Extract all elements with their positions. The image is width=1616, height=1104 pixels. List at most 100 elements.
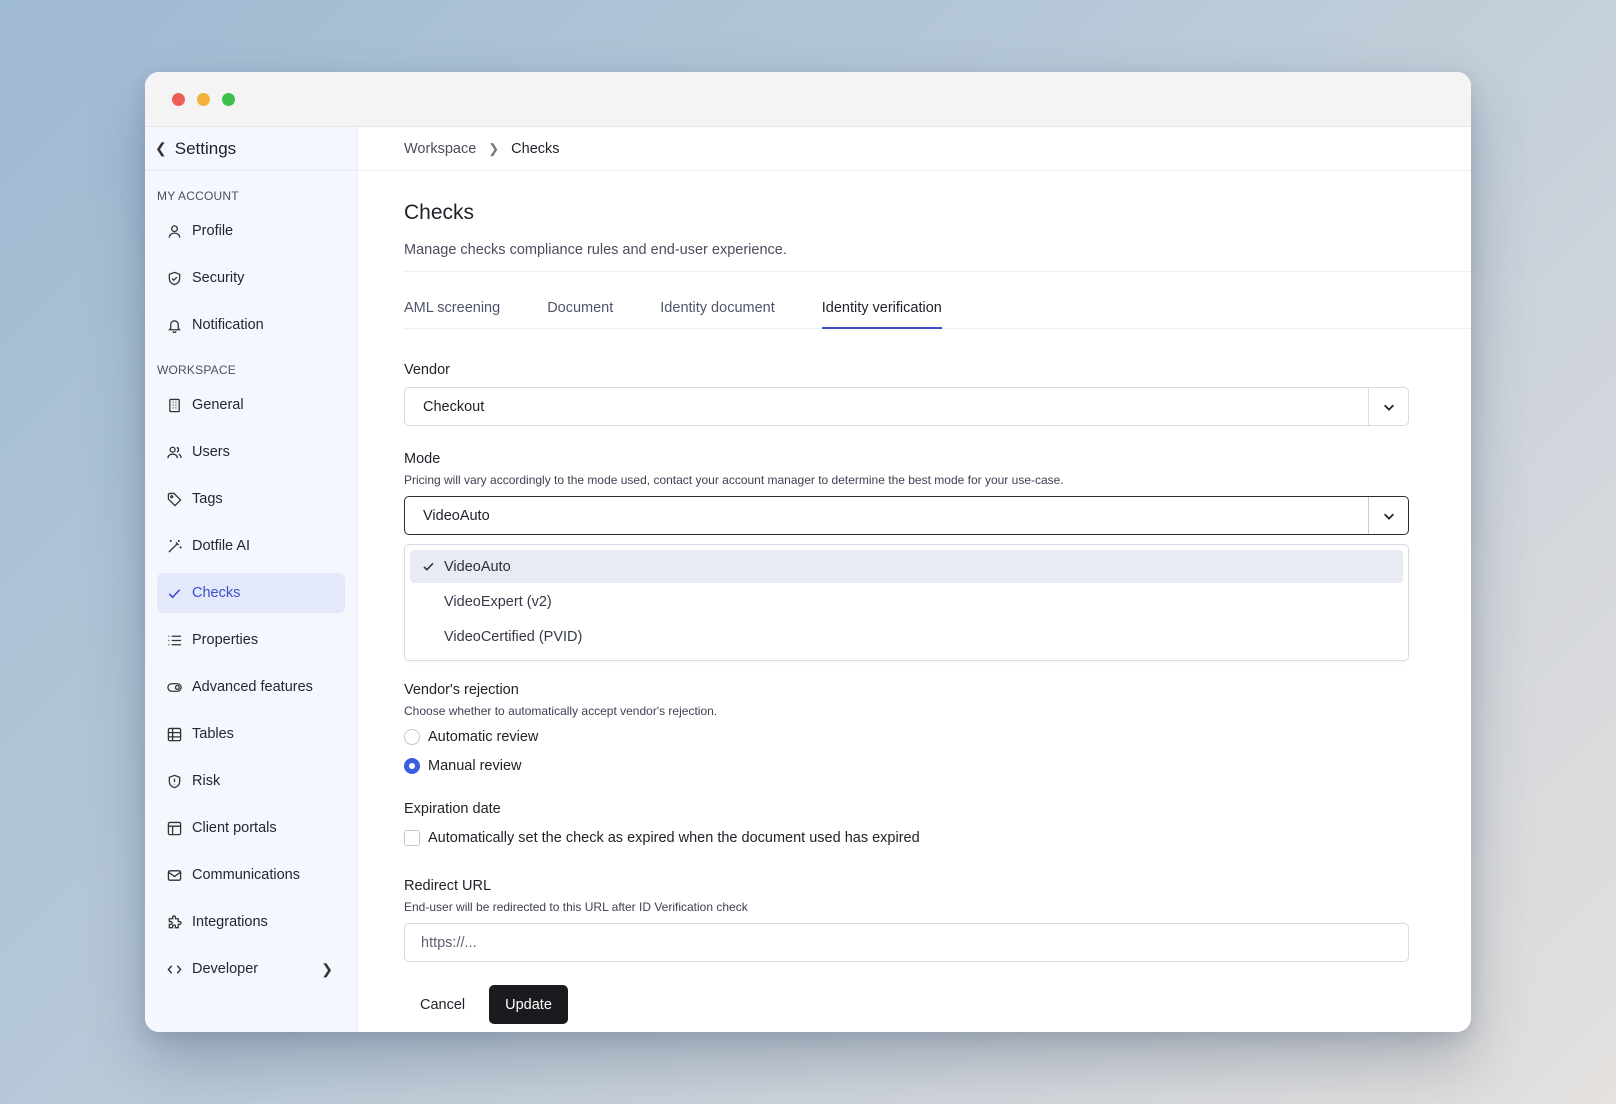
sidebar-item-notification[interactable]: Notification	[157, 305, 345, 345]
sidebar-section-workspace: WORKSPACE	[157, 363, 236, 377]
chevron-right-icon: ❯	[488, 140, 500, 156]
redirect-field: Redirect URL End-user will be redirected…	[404, 878, 1409, 962]
redirect-hint: End-user will be redirected to this URL …	[404, 900, 748, 914]
tab-aml-screening[interactable]: AML screening	[404, 300, 500, 328]
user-icon	[168, 224, 181, 238]
sidebar-item-integrations[interactable]: Integrations	[157, 902, 345, 942]
users-icon	[167, 446, 182, 458]
sidebar-item-label: Dotfile AI	[192, 538, 251, 554]
table-icon	[167, 727, 182, 741]
update-button[interactable]: Update	[489, 985, 568, 1024]
page-description: Manage checks compliance rules and end-u…	[404, 242, 1471, 272]
vendor-field: Vendor Checkout	[404, 362, 1409, 426]
vendor-rejection-hint: Choose whether to automatically accept v…	[404, 704, 718, 718]
sidebar-item-developer[interactable]: Developer ❯	[157, 949, 345, 989]
chevron-left-icon: ❮	[155, 140, 167, 156]
sidebar-item-communications[interactable]: Communications	[157, 855, 345, 895]
sidebar-item-label: Integrations	[192, 914, 268, 930]
option-label: VideoCertified (PVID)	[444, 628, 583, 645]
maximize-window-button[interactable]	[222, 92, 235, 106]
sidebar-item-label: Developer	[192, 961, 259, 977]
sidebar-item-label: Notification	[192, 317, 264, 333]
tab-identity-verification[interactable]: Identity verification	[821, 300, 942, 329]
sidebar-item-advanced-features[interactable]: Advanced features	[157, 667, 345, 707]
vendor-label: Vendor	[404, 362, 450, 378]
sidebar-item-label: Users	[192, 444, 230, 460]
sidebar-item-label: General	[192, 397, 244, 413]
sidebar-item-security[interactable]: Security	[157, 258, 345, 298]
radio-button[interactable]	[404, 729, 420, 745]
sidebar-item-label: Risk	[192, 773, 221, 789]
sidebar-item-users[interactable]: Users	[157, 432, 345, 472]
sidebar-item-label: Tables	[192, 726, 234, 742]
sidebar-item-properties[interactable]: Properties	[157, 620, 345, 660]
cancel-button[interactable]: Cancel	[404, 985, 481, 1024]
expiration-checkbox-label: Automatically set the check as expired w…	[428, 830, 920, 846]
chevron-right-icon: ❯	[321, 960, 333, 977]
sidebar-item-label: Tags	[192, 491, 223, 507]
mode-option-videocertified[interactable]: VideoCertified (PVID)	[410, 620, 1403, 653]
chevron-down-icon[interactable]	[1368, 497, 1408, 534]
minimize-window-button[interactable]	[197, 92, 210, 106]
bell-icon	[168, 319, 181, 333]
vendor-select[interactable]: Checkout	[404, 387, 1409, 426]
tab-identity-document[interactable]: Identity document	[660, 300, 774, 328]
page-title: Checks	[404, 201, 475, 224]
settings-back-button[interactable]: ❮ Settings	[145, 127, 357, 171]
tab-bar: AML screening Document Identity document…	[404, 272, 1471, 329]
expiration-checkbox-row[interactable]: Automatically set the check as expired w…	[404, 828, 1408, 848]
redirect-url-input[interactable]: https://...	[404, 923, 1409, 962]
sidebar-item-tags[interactable]: Tags	[157, 479, 345, 519]
redirect-url-placeholder: https://...	[421, 934, 477, 951]
mail-icon	[167, 869, 182, 881]
layout-icon	[167, 821, 182, 835]
sidebar-section-my-account: MY ACCOUNT	[157, 189, 239, 203]
mode-select[interactable]: VideoAuto	[404, 496, 1409, 535]
vendor-rejection-label: Vendor's rejection	[404, 682, 519, 698]
chevron-down-icon[interactable]	[1368, 388, 1408, 425]
sidebar-item-label: Security	[192, 270, 245, 286]
radio-label: Manual review	[428, 758, 522, 774]
mode-label: Mode	[404, 451, 441, 467]
form-actions: Cancel Update	[404, 985, 1408, 1024]
expiration-checkbox[interactable]	[404, 830, 420, 846]
sidebar-item-tables[interactable]: Tables	[157, 714, 345, 754]
check-icon	[168, 588, 181, 598]
list-icon	[168, 635, 182, 645]
sidebar-item-general[interactable]: General	[157, 385, 345, 425]
mode-hint: Pricing will vary accordingly to the mod…	[404, 473, 1064, 487]
sidebar-item-label: Client portals	[192, 820, 277, 836]
toggle-icon	[167, 682, 182, 692]
expiration-field: Expiration date Automatically set the ch…	[404, 801, 1408, 848]
breadcrumb: Workspace ❯ Checks	[358, 127, 1471, 171]
sidebar: ❮ Settings MY ACCOUNT Profile Security N…	[145, 127, 358, 1032]
option-label: VideoAuto	[444, 558, 511, 575]
sidebar-item-client-portals[interactable]: Client portals	[157, 808, 345, 848]
mode-option-videoauto[interactable]: VideoAuto	[410, 550, 1403, 583]
breadcrumb-current: Checks	[511, 140, 560, 157]
tag-icon	[167, 492, 182, 507]
option-label: VideoExpert (v2)	[444, 593, 552, 610]
close-window-button[interactable]	[172, 92, 185, 106]
sidebar-item-checks[interactable]: Checks	[157, 573, 345, 613]
sidebar-item-label: Checks	[192, 585, 241, 601]
puzzle-icon	[168, 914, 182, 928]
radio-manual-review[interactable]: Manual review	[404, 756, 1408, 776]
sidebar-title: Settings	[174, 138, 237, 158]
code-icon	[167, 964, 182, 974]
tab-document[interactable]: Document	[547, 300, 613, 328]
sidebar-item-dotfile-ai[interactable]: Dotfile AI	[157, 526, 345, 566]
building-icon	[169, 398, 180, 412]
vendor-select-value: Checkout	[423, 398, 485, 415]
sidebar-item-risk[interactable]: Risk	[157, 761, 345, 801]
breadcrumb-workspace[interactable]: Workspace	[404, 141, 476, 157]
radio-button[interactable]	[404, 758, 420, 774]
mode-dropdown-menu: VideoAuto VideoExpert (v2) VideoCertifie…	[404, 544, 1409, 661]
expiration-label: Expiration date	[404, 801, 501, 817]
vendor-rejection-field: Vendor's rejection Choose whether to aut…	[404, 682, 1408, 776]
mode-option-videoexpert[interactable]: VideoExpert (v2)	[410, 585, 1403, 618]
redirect-label: Redirect URL	[404, 878, 492, 894]
mode-field: Mode Pricing will vary accordingly to th…	[404, 451, 1409, 661]
radio-automatic-review[interactable]: Automatic review	[404, 727, 1408, 747]
sidebar-item-profile[interactable]: Profile	[157, 211, 345, 251]
